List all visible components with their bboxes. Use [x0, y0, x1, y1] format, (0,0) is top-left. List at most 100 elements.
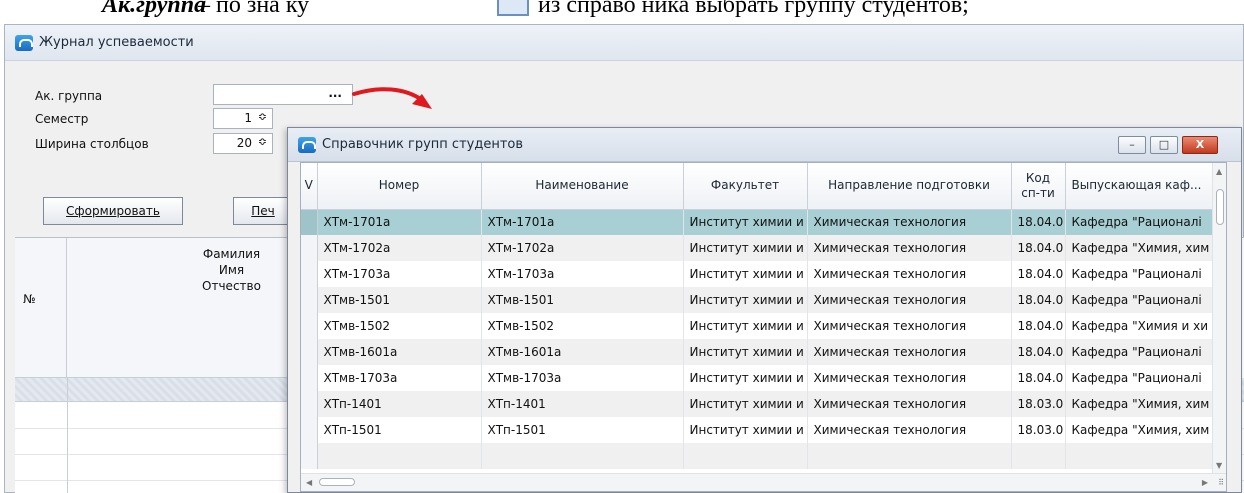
row-indicator[interactable]	[301, 365, 318, 391]
cell-department[interactable]: Кафедра "Химия, хим	[1065, 391, 1226, 417]
cell-name[interactable]: ХТм-1703а	[481, 261, 684, 287]
cell-number[interactable]: ХТп-1501	[317, 417, 482, 443]
cell-department[interactable]: Кафедра "Химия и хи	[1065, 313, 1226, 339]
cell-faculty[interactable]: Институт химии и	[683, 209, 808, 235]
cell-faculty[interactable]: Институт химии и	[683, 287, 808, 313]
cell-number[interactable]: ХТмв-1502	[317, 313, 482, 339]
cell-name[interactable]: ХТм-1702а	[481, 235, 684, 261]
cell-direction[interactable]: Химическая технология	[807, 417, 1012, 443]
cell-number[interactable]: ХТм-1701а	[317, 209, 482, 235]
row-indicator[interactable]	[301, 209, 318, 235]
cell-department[interactable]	[1065, 443, 1226, 469]
table-row[interactable]: ХТм-1702а ХТм-1702а Институт химии и Химиче…	[301, 235, 1226, 261]
cell-number[interactable]	[317, 443, 482, 469]
print-button[interactable]: Печ	[233, 197, 293, 225]
cell-faculty[interactable]: Институт химии и	[683, 417, 808, 443]
column-width-spinner[interactable]: 20 ≎	[213, 133, 273, 154]
col-header-v[interactable]: V	[301, 163, 318, 210]
minimize-button[interactable]: –	[1118, 136, 1146, 154]
row-indicator[interactable]	[301, 261, 318, 287]
table-row[interactable]: ХТм-1701а ХТм-1701а Институт химии и Химиче…	[301, 209, 1226, 235]
table-row[interactable]: ХТп-1401 ХТп-1401 Институт химии и Химическ…	[301, 391, 1226, 417]
cell-code[interactable]: 18.04.0	[1011, 235, 1066, 261]
col-header-name[interactable]: Наименование	[481, 163, 684, 210]
scroll-up-icon[interactable]: ▲	[1216, 167, 1222, 176]
cell-faculty[interactable]	[683, 443, 808, 469]
cell-name[interactable]: ХТмв-1501	[481, 287, 684, 313]
cell-name[interactable]: ХТмв-1601а	[481, 339, 684, 365]
scroll-down-icon[interactable]: ▼	[1216, 461, 1222, 470]
cell-code[interactable]: 18.04.0	[1011, 365, 1066, 391]
group-picker-field[interactable]: ...	[213, 84, 353, 105]
cell-code[interactable]: 18.04.0	[1011, 287, 1066, 313]
cell-department[interactable]: Кафедра "Рационалі	[1065, 287, 1226, 313]
cell-direction[interactable]: Химическая технология	[807, 287, 1012, 313]
cell-code[interactable]: 18.04.0	[1011, 313, 1066, 339]
table-row[interactable]: ХТп-1501 ХТп-1501 Институт химии и Химическ…	[301, 417, 1226, 443]
cell-code[interactable]: 18.04.0	[1011, 209, 1066, 235]
col-header-faculty[interactable]: Факультет	[683, 163, 808, 210]
cell-number[interactable]: ХТм-1702а	[317, 235, 482, 261]
col-header-code[interactable]: Код сп-ти	[1011, 163, 1066, 210]
col-header-number[interactable]: Номер	[317, 163, 482, 210]
vertical-scroll-thumb[interactable]	[1216, 189, 1224, 225]
cell-number[interactable]: ХТмв-1703а	[317, 365, 482, 391]
cell-faculty[interactable]: Институт химии и	[683, 339, 808, 365]
cell-name[interactable]: ХТп-1401	[481, 391, 684, 417]
cell-number[interactable]: ХТмв-1601а	[317, 339, 482, 365]
cell-department[interactable]: Кафедра "Рационалі	[1065, 261, 1226, 287]
cell-code[interactable]: 18.03.0	[1011, 417, 1066, 443]
maximize-button[interactable]: □	[1150, 136, 1178, 154]
cell-number[interactable]: ХТм-1703а	[317, 261, 482, 287]
cell-faculty[interactable]: Институт химии и	[683, 391, 808, 417]
table-row[interactable]: ХТмв-1501 ХТмв-1501 Институт химии и Химиче…	[301, 287, 1226, 313]
row-indicator[interactable]	[301, 287, 318, 313]
cell-direction[interactable]: Химическая технология	[807, 313, 1012, 339]
close-button[interactable]: X	[1182, 136, 1218, 154]
generate-button[interactable]: Сформировать	[43, 197, 183, 225]
cell-name[interactable]: ХТп-1501	[481, 417, 684, 443]
cell-direction[interactable]: Химическая технология	[807, 339, 1012, 365]
row-indicator[interactable]	[301, 235, 318, 261]
cell-direction[interactable]: Химическая технология	[807, 235, 1012, 261]
grid-header-number[interactable]: №	[15, 238, 67, 378]
cell-name[interactable]: ХТмв-1502	[481, 313, 684, 339]
cell-department[interactable]: Кафедра "Химия, хим	[1065, 417, 1226, 443]
table-row[interactable]	[301, 443, 1226, 469]
cell-code[interactable]: 18.03.0	[1011, 391, 1066, 417]
cell-faculty[interactable]: Институт химии и	[683, 313, 808, 339]
resize-grip-icon[interactable]: ⠿	[1218, 478, 1224, 487]
cell-direction[interactable]: Химическая технология	[807, 391, 1012, 417]
cell-name[interactable]: ХТм-1701а	[481, 209, 684, 235]
cell-direction[interactable]: Химическая технология	[807, 365, 1012, 391]
col-header-department[interactable]: Выпускающая каф...	[1065, 163, 1226, 210]
vertical-scrollbar[interactable]: ▲ ▼	[1212, 163, 1226, 475]
cell-department[interactable]: Кафедра "Рационалі	[1065, 339, 1226, 365]
cell-name[interactable]	[481, 443, 684, 469]
table-row[interactable]: ХТмв-1502 ХТмв-1502 Институт химии и Химиче…	[301, 313, 1226, 339]
row-indicator[interactable]	[301, 339, 318, 365]
cell-name[interactable]: ХТмв-1703а	[481, 365, 684, 391]
horizontal-scroll-thumb[interactable]	[319, 478, 355, 486]
cell-code[interactable]: 18.04.0	[1011, 261, 1066, 287]
table-row[interactable]: ХТм-1703а ХТм-1703а Институт химии и Химиче…	[301, 261, 1226, 287]
scroll-right-icon[interactable]: ▶	[1202, 478, 1208, 487]
cell-code[interactable]	[1011, 443, 1066, 469]
cell-number[interactable]: ХТмв-1501	[317, 287, 482, 313]
scroll-left-icon[interactable]: ◀	[306, 478, 312, 487]
cell-number[interactable]: ХТп-1401	[317, 391, 482, 417]
cell-faculty[interactable]: Институт химии и	[683, 261, 808, 287]
cell-faculty[interactable]: Институт химии и	[683, 235, 808, 261]
table-row[interactable]: ХТмв-1601а ХТмв-1601а Институт химии и Хими…	[301, 339, 1226, 365]
cell-direction[interactable]	[807, 443, 1012, 469]
cell-department[interactable]: Кафедра "Рационалі	[1065, 209, 1226, 235]
spinner-arrows-icon[interactable]: ≎	[258, 135, 267, 148]
row-indicator[interactable]	[301, 443, 318, 469]
row-indicator[interactable]	[301, 417, 318, 443]
cell-direction[interactable]: Химическая технология	[807, 261, 1012, 287]
spinner-arrows-icon[interactable]: ≎	[258, 110, 267, 123]
picker-dots-icon[interactable]: ...	[328, 86, 342, 100]
col-header-direction[interactable]: Направление подготовки	[807, 163, 1012, 210]
table-row[interactable]: ХТмв-1703а ХТмв-1703а Институт химии и Хими…	[301, 365, 1226, 391]
cell-department[interactable]: Кафедра "Химия, хим	[1065, 235, 1226, 261]
